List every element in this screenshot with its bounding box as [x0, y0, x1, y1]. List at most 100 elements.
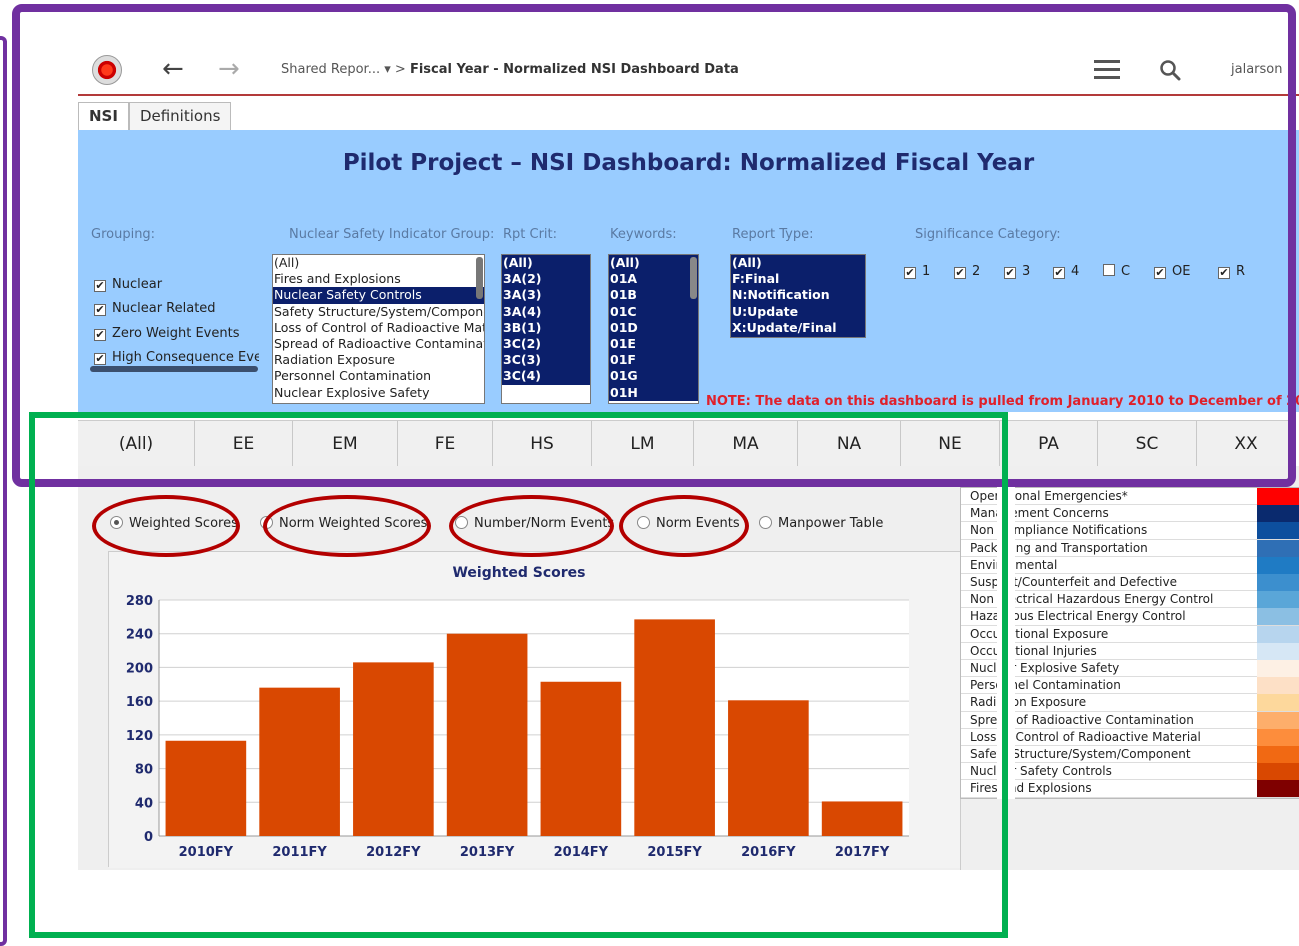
org-button-xx[interactable]: XX — [1197, 421, 1296, 467]
list-item[interactable]: Fires and Explosions — [273, 271, 484, 287]
list-item[interactable]: X:Update/Final — [731, 319, 865, 337]
list-item[interactable]: 01B — [609, 287, 698, 304]
x-tick-label: 2015FY — [647, 845, 702, 860]
legend-label: Occupational Exposure — [970, 626, 1109, 641]
significance-4-checkbox[interactable]: ✔ 4 — [1053, 264, 1079, 279]
list-item[interactable]: 3C(4) — [502, 368, 590, 385]
grouping-high-consequence-checkbox[interactable]: ✔ High Consequence Event — [94, 350, 259, 365]
list-item[interactable]: Loss of Control of Radioactive Material — [273, 320, 484, 336]
legend-swatch — [1257, 711, 1299, 729]
list-item[interactable]: 3C(3) — [502, 352, 590, 369]
significance-r-checkbox[interactable]: ✔ R — [1218, 264, 1245, 279]
legend-swatch — [1257, 763, 1299, 781]
legend-swatch — [1257, 746, 1299, 763]
legend-swatch — [1257, 591, 1299, 609]
report-type-label: Report Type: — [732, 227, 814, 242]
significance-3-checkbox[interactable]: ✔ 3 — [1004, 264, 1030, 279]
org-button-sc[interactable]: SC — [1098, 421, 1197, 467]
org-button-pa[interactable]: PA — [1000, 421, 1098, 467]
org-button-em[interactable]: EM — [293, 421, 398, 467]
chevron-down-icon[interactable]: ▾ — [384, 62, 391, 77]
list-item[interactable]: (All) — [502, 255, 590, 272]
legend-swatch — [1257, 780, 1299, 798]
list-item[interactable]: Spread of Radioactive Contamination — [273, 336, 484, 352]
list-item[interactable]: 01E — [609, 336, 698, 353]
org-button-fe[interactable]: FE — [398, 421, 493, 467]
list-item[interactable]: (All) — [273, 255, 484, 271]
list-item[interactable]: 3A(3) — [502, 287, 590, 304]
list-item[interactable]: 01H — [609, 384, 698, 401]
significance-1-checkbox[interactable]: ✔ 1 — [904, 264, 930, 279]
significance-oe-checkbox[interactable]: ✔ OE — [1154, 264, 1190, 279]
tab-nsi[interactable]: NSI — [78, 102, 129, 130]
search-icon[interactable] — [1158, 58, 1182, 82]
list-item[interactable]: Nuclear Explosive Safety — [273, 385, 484, 401]
keywords-label: Keywords: — [610, 227, 677, 242]
significance-c-checkbox[interactable]: C — [1103, 264, 1130, 279]
grouping-scroll-handle[interactable] — [90, 366, 258, 372]
org-button-ne[interactable]: NE — [901, 421, 1000, 467]
tab-definitions[interactable]: Definitions — [128, 102, 232, 130]
list-item[interactable]: 01A — [609, 271, 698, 288]
org-button-all[interactable]: (All) — [78, 421, 195, 467]
list-item[interactable]: N:Notification — [731, 287, 865, 304]
legend-swatch — [1257, 728, 1299, 746]
x-tick-label: 2011FY — [272, 845, 327, 860]
org-button-ma[interactable]: MA — [694, 421, 798, 467]
report-type-listbox[interactable]: (All) F:Final N:Notification U:Update X:… — [730, 254, 866, 338]
legend-label: Nuclear Safety Controls — [970, 764, 1112, 779]
list-item[interactable]: 3A(2) — [502, 271, 590, 288]
back-arrow-icon[interactable]: ← — [162, 54, 184, 84]
user-name[interactable]: jalarson — [1231, 62, 1282, 77]
org-button-lm[interactable]: LM — [592, 421, 694, 467]
bar-2015FY — [634, 619, 715, 836]
list-item[interactable]: Safety Structure/System/Component — [273, 304, 484, 320]
list-item[interactable]: (All) — [609, 255, 698, 272]
breadcrumb-shared-reports[interactable]: Shared Repor... — [281, 62, 380, 77]
list-item[interactable]: 3A(4) — [502, 303, 590, 320]
legend-swatch — [1257, 505, 1299, 523]
dashboard-title: Pilot Project – NSI Dashboard: Normalize… — [342, 150, 1035, 176]
legend-swatch — [1257, 694, 1299, 712]
list-item[interactable]: U:Update — [731, 303, 865, 320]
x-tick-label: 2013FY — [460, 845, 515, 860]
menu-icon[interactable] — [1094, 60, 1120, 80]
list-item[interactable]: 3B(1) — [502, 319, 590, 337]
list-item[interactable]: Radiation Exposure — [273, 352, 484, 368]
list-item[interactable]: 01D — [609, 319, 698, 337]
keywords-listbox[interactable]: (All) 01A 01B 01C 01D 01E 01F 01G 01H — [608, 254, 699, 404]
list-item[interactable]: 01F — [609, 352, 698, 369]
legend-swatch — [1257, 574, 1299, 591]
legend-swatch — [1257, 522, 1299, 540]
list-item[interactable]: 3C(2) — [502, 336, 590, 353]
legend-swatch — [1257, 488, 1299, 505]
listbox-scrollbar[interactable] — [476, 257, 483, 299]
grouping-nuclear-related-checkbox[interactable]: ✔ Nuclear Related — [94, 301, 216, 316]
significance-2-checkbox[interactable]: ✔ 2 — [954, 264, 980, 279]
list-item[interactable]: (All) — [731, 255, 865, 272]
forward-arrow-icon[interactable]: → — [218, 54, 240, 84]
legend-overlap-strip — [997, 487, 1015, 799]
bar-2012FY — [353, 662, 434, 836]
listbox-scrollbar[interactable] — [690, 257, 697, 299]
org-button-hs[interactable]: HS — [493, 421, 592, 467]
legend-label: Occupational Injuries — [970, 643, 1097, 658]
grouping-nuclear-checkbox[interactable]: ✔ Nuclear — [94, 277, 162, 292]
app-logo-icon[interactable] — [92, 55, 122, 85]
legend-label: Management Concerns — [970, 506, 1109, 521]
y-tick-label: 200 — [126, 661, 153, 676]
list-item[interactable]: F:Final — [731, 271, 865, 288]
list-item[interactable]: Nuclear Safety Controls — [273, 287, 484, 304]
list-item[interactable]: 01G — [609, 368, 698, 385]
org-button-na[interactable]: NA — [798, 421, 901, 467]
y-tick-label: 0 — [144, 830, 153, 845]
radio-manpower-table[interactable]: Manpower Table — [759, 516, 883, 531]
list-item[interactable]: Personnel Contamination — [273, 368, 484, 384]
grouping-zero-weight-checkbox[interactable]: ✔ Zero Weight Events — [94, 326, 240, 341]
org-button-ee[interactable]: EE — [195, 421, 293, 467]
x-tick-label: 2017FY — [835, 845, 890, 860]
nsi-group-listbox[interactable]: (All) Fires and Explosions Nuclear Safet… — [272, 254, 485, 404]
rpt-crit-listbox[interactable]: (All) 3A(2) 3A(3) 3A(4) 3B(1) 3C(2) 3C(3… — [501, 254, 591, 404]
list-item[interactable]: 01C — [609, 303, 698, 320]
org-button-bar: (All) EE EM FE HS LM MA NA NE PA SC XX — [78, 420, 1296, 467]
